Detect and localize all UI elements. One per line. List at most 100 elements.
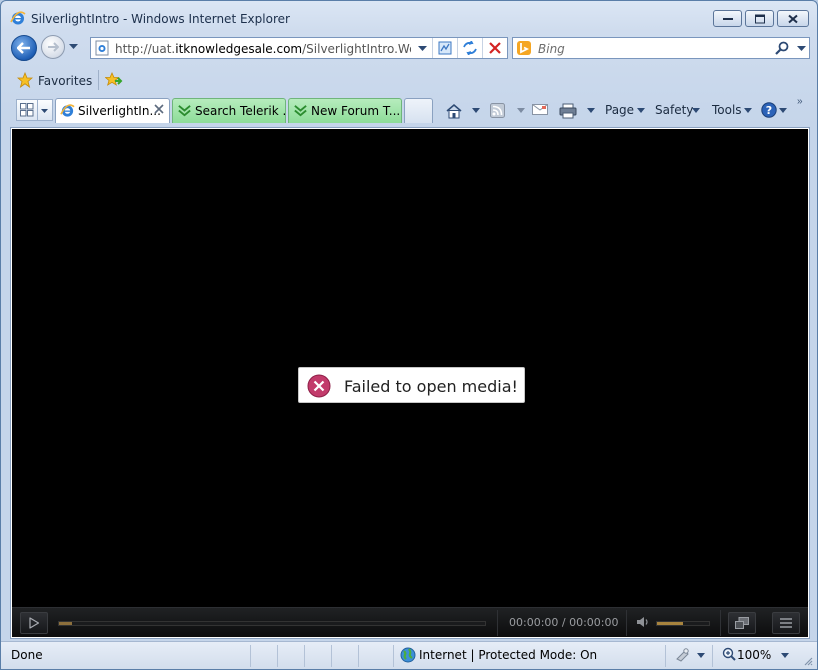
volume-icon[interactable] — [636, 616, 650, 628]
bing-icon — [517, 41, 531, 55]
window-title: SilverlightIntro - Windows Internet Expl… — [31, 12, 290, 26]
refresh-button[interactable] — [457, 38, 481, 58]
forward-arrow-icon — [48, 42, 59, 52]
search-icon[interactable] — [775, 41, 789, 55]
safety-menu-label: Safety — [655, 103, 694, 117]
search-dropdown-icon[interactable] — [797, 46, 806, 52]
page-icon — [60, 104, 75, 117]
chevron-down-icon — [41, 109, 48, 113]
page-icon — [95, 40, 109, 56]
divider — [497, 610, 498, 636]
feeds-button[interactable] — [490, 100, 526, 122]
home-icon — [446, 103, 462, 119]
fullscreen-button[interactable] — [728, 612, 756, 634]
page-menu[interactable]: Page — [605, 100, 647, 122]
play-button[interactable] — [20, 612, 48, 634]
minimize-icon — [722, 17, 733, 20]
url-path: /SilverlightIntro.Web/Silv — [302, 42, 411, 56]
tab-list-button[interactable] — [38, 99, 53, 121]
divider — [304, 645, 305, 667]
divider — [626, 610, 627, 636]
error-text: Failed to open media! — [344, 377, 518, 396]
chevron-down-icon[interactable] — [781, 653, 789, 658]
chevron-down-icon — [472, 108, 480, 113]
favorites-bar: Favorites — [1, 65, 817, 95]
home-button[interactable] — [445, 100, 483, 122]
telerik-icon — [178, 105, 191, 117]
help-menu[interactable]: ? — [761, 100, 789, 122]
chevron-down-icon — [517, 108, 525, 113]
tab-label: New Forum T... — [311, 104, 401, 118]
forward-button[interactable] — [41, 35, 65, 59]
timeline-progress — [59, 622, 72, 625]
new-tab-button[interactable] — [404, 98, 433, 123]
status-text: Done — [11, 648, 43, 662]
volume-slider[interactable] — [656, 621, 710, 626]
url-text[interactable]: http://uat.itknowledgesale.com/Silverlig… — [115, 42, 411, 56]
divider — [98, 70, 99, 90]
time-display: 00:00:00 / 00:00:00 — [509, 616, 619, 629]
favorites-star-icon — [17, 72, 33, 88]
search-box[interactable]: Bing — [512, 37, 810, 59]
tools-menu-label: Tools — [712, 103, 742, 117]
quick-tabs-button[interactable] — [16, 99, 38, 121]
chevron-down-icon — [587, 108, 595, 113]
media-player[interactable]: Failed to open media! 00:00:00 / 00:00:0… — [12, 129, 808, 637]
address-bar[interactable]: http://uat.itknowledgesale.com/Silverlig… — [90, 37, 508, 59]
security-zone-text[interactable]: Internet | Protected Mode: On — [419, 648, 597, 662]
resize-grip-icon[interactable] — [803, 656, 813, 666]
add-to-favorites-bar-icon[interactable] — [105, 72, 123, 88]
page-content: Failed to open media! 00:00:00 / 00:00:0… — [10, 127, 810, 639]
chapters-button[interactable] — [772, 612, 800, 634]
volume-level — [657, 622, 683, 625]
timeline-slider[interactable] — [58, 621, 486, 626]
tab-silverlightintro[interactable]: SilverlightIn... — [55, 98, 170, 123]
globe-icon — [400, 647, 416, 663]
tab-search-telerik[interactable]: Search Telerik ... — [172, 98, 286, 123]
close-tab-icon[interactable] — [153, 103, 165, 115]
manage-add-ons-icon[interactable] — [675, 647, 707, 663]
chevron-down-icon — [779, 108, 787, 113]
stop-button[interactable] — [482, 38, 506, 58]
divider — [358, 645, 359, 667]
address-dropdown-icon[interactable] — [418, 46, 427, 52]
compatibility-view-icon — [438, 41, 451, 55]
more-commands-icon[interactable]: » — [797, 96, 803, 107]
print-button[interactable] — [559, 100, 595, 122]
tab-bar: SilverlightIn... Search Telerik ... New … — [1, 95, 817, 125]
divider — [277, 645, 278, 667]
close-window-button[interactable] — [777, 10, 809, 27]
tab-label: Search Telerik ... — [195, 104, 286, 118]
fullscreen-icon — [735, 617, 749, 629]
status-bar: Done Internet | Protected Mode: On 100% — [1, 641, 817, 669]
url-prefix: http://uat. — [115, 42, 176, 56]
back-arrow-icon — [17, 42, 30, 54]
read-mail-button[interactable] — [532, 100, 552, 122]
close-icon — [788, 14, 798, 23]
help-icon: ? — [761, 102, 777, 118]
error-icon — [307, 374, 331, 398]
error-message-box: Failed to open media! — [298, 367, 525, 403]
ie-logo-icon — [10, 11, 26, 25]
back-button[interactable] — [11, 35, 37, 61]
tools-menu[interactable]: Tools — [712, 100, 754, 122]
telerik-icon — [294, 105, 307, 117]
divider — [712, 645, 713, 667]
zoom-level[interactable]: 100% — [737, 648, 771, 662]
chevron-down-icon — [744, 108, 752, 113]
safety-menu[interactable]: Safety — [655, 100, 703, 122]
print-icon — [559, 103, 577, 119]
zoom-icon[interactable] — [722, 647, 736, 661]
restore-icon — [754, 14, 765, 23]
refresh-icon — [462, 41, 477, 55]
history-dropdown-icon[interactable] — [69, 44, 78, 50]
minimize-button[interactable] — [713, 10, 742, 27]
tab-new-forum[interactable]: New Forum T... — [288, 98, 402, 123]
maximize-button[interactable] — [745, 10, 774, 27]
player-controls: 00:00:00 / 00:00:00 — [12, 607, 808, 637]
chevron-down-icon — [692, 108, 700, 113]
url-domain: itknowledgesale.com — [175, 42, 303, 56]
divider — [393, 645, 394, 667]
menu-icon — [780, 618, 792, 628]
compatibility-view-button[interactable] — [432, 38, 456, 58]
